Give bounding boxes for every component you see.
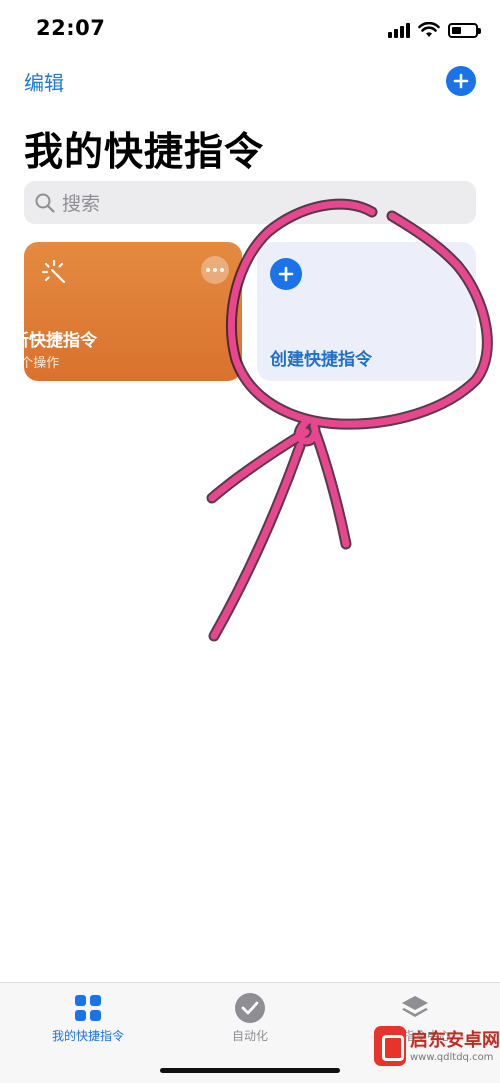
watermark-logo-icon xyxy=(374,1026,406,1066)
wifi-icon xyxy=(418,22,440,37)
battery-level xyxy=(452,26,461,34)
cellular-signal-icon xyxy=(388,22,410,38)
edit-button[interactable]: 编辑 xyxy=(24,67,64,96)
status-icons xyxy=(388,19,481,41)
create-shortcut-card[interactable]: 创建快捷指令 xyxy=(257,242,476,381)
layers-icon xyxy=(402,996,428,1017)
status-time: 22:07 xyxy=(36,16,106,40)
plus-icon xyxy=(278,266,294,282)
more-icon[interactable] xyxy=(201,256,229,284)
battery-icon xyxy=(448,22,481,38)
tab-label: 我的快捷指令 xyxy=(51,1029,124,1043)
add-shortcut-button[interactable] xyxy=(446,66,476,96)
search-bar[interactable]: 搜索 xyxy=(24,181,476,224)
home-indicator xyxy=(160,1068,340,1073)
page-title: 我的快捷指令 xyxy=(24,130,265,175)
search-placeholder: 搜索 xyxy=(62,193,101,215)
magic-wand-icon xyxy=(41,259,66,284)
tab-my-shortcuts[interactable]: 我的快捷指令 xyxy=(18,993,158,1044)
create-shortcut-label: 创建快捷指令 xyxy=(270,350,372,370)
tab-automation[interactable]: 自动化 xyxy=(180,993,320,1044)
grid-icon xyxy=(75,995,101,1021)
create-plus-button xyxy=(270,258,302,290)
plus-icon xyxy=(453,73,469,89)
search-icon xyxy=(35,193,55,213)
shortcut-title: 新快捷指令 xyxy=(12,331,97,351)
shortcut-subtitle: 1个操作 xyxy=(12,356,60,371)
watermark-text: 启东安卓网 xyxy=(410,1030,500,1051)
clock-check-icon xyxy=(235,993,265,1023)
tab-label: 自动化 xyxy=(231,1029,268,1043)
watermark-url: www.qdltdq.com xyxy=(410,1052,494,1063)
status-bar: 22:07 xyxy=(0,0,500,58)
watermark: 启东安卓网 www.qdltdq.com xyxy=(370,1022,500,1078)
